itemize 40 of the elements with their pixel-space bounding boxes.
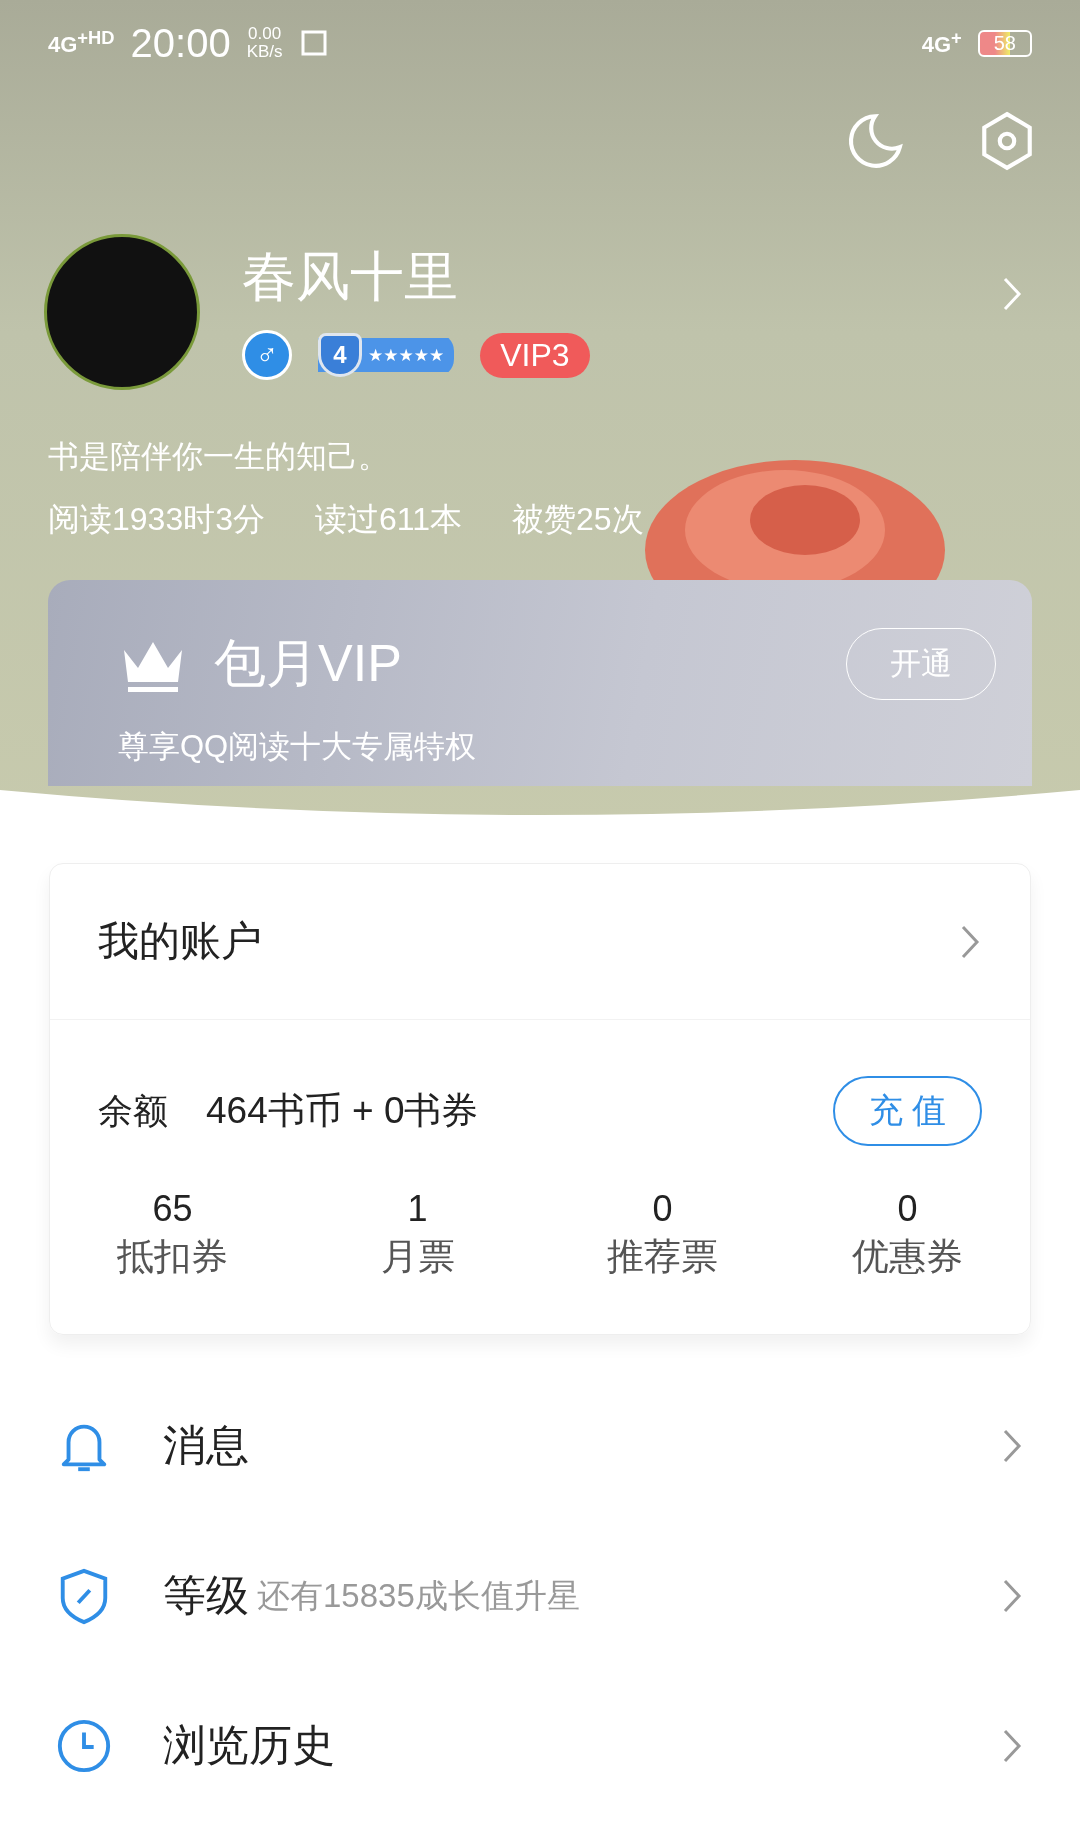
count-value: 0: [652, 1188, 673, 1230]
chevron-icon: [960, 923, 980, 960]
reading-stat: 被赞25次: [512, 500, 644, 539]
account-title: 我的账户: [98, 917, 262, 966]
reading-stat: 阅读1933时3分: [48, 500, 265, 539]
menu-hint: 还有15835成长值升星: [257, 1575, 580, 1616]
network-indicator: 4G$^{+HD}$: [48, 27, 115, 59]
menu-label: 浏览历史: [163, 1720, 335, 1771]
vip-badge: VIP3: [480, 332, 590, 378]
vip-subtitle: 尊享QQ阅读十大专属特权: [118, 728, 478, 766]
chevron-icon: [1002, 1428, 1022, 1464]
gender-badge: ♂: [242, 330, 292, 380]
chevron-icon[interactable]: [1002, 276, 1022, 312]
vip-title: 包月VIP: [214, 633, 402, 694]
count-label: 优惠券: [852, 1235, 963, 1279]
count-value: 65: [152, 1188, 193, 1230]
count-label: 推荐票: [607, 1235, 718, 1279]
balance-label: 余额: [98, 1089, 168, 1132]
rank-badge: 4 ★★★★★: [318, 333, 455, 377]
reading-stat: 读过611本: [315, 500, 462, 539]
network-indicator: 4G$^{+}$: [921, 27, 962, 59]
menu-item[interactable]: 消息: [0, 1371, 1080, 1521]
menu-item[interactable]: 浏览历史: [0, 1671, 1080, 1821]
network-speed: 0.00 KB/s: [246, 25, 283, 61]
menu-label: 消息: [163, 1420, 249, 1471]
balance-value: 464书币 + 0书券: [206, 1089, 479, 1133]
count-value: 1: [407, 1188, 428, 1230]
status-time: 20:00: [130, 20, 231, 66]
user-name: 春风十里: [242, 245, 459, 308]
battery-indicator: 58: [977, 29, 1032, 57]
chevron-icon: [1002, 1578, 1022, 1614]
count-label: 月票: [380, 1235, 455, 1279]
clock-icon: [55, 1717, 113, 1775]
menu-item[interactable]: 等级 还有15835成长值升星: [0, 1521, 1080, 1671]
account-row[interactable]: 我的账户: [50, 864, 1030, 1020]
count-label: 抵扣券: [117, 1235, 228, 1279]
menu-label: 等级: [163, 1570, 249, 1621]
chevron-icon: [1002, 1728, 1022, 1764]
profile-motto: 书是陪伴你一生的知己。: [47, 438, 390, 476]
count-value: 0: [897, 1188, 918, 1230]
